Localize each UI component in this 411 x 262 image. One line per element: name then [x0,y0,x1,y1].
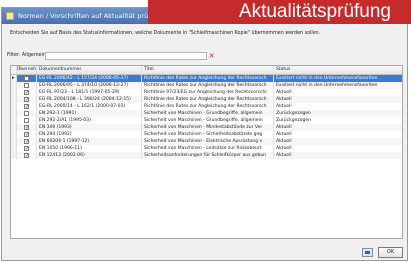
dialog-window: Normen / Vorschriften auf Aktualität prü… [1,7,408,261]
dokumentnummer-cell: EG-RL 2000/14 - L 162/1 (2000-07-03) [37,103,142,110]
table-row[interactable]: ✓ EG-RL 97/23 - L 181/1 (1997-05-29) Richt… [11,89,402,96]
status-cell: Zurückgezogen [276,118,311,123]
dokumentnummer-cell: EN 292-1 (1991) [37,110,142,117]
uebernehmen-checkbox[interactable]: ✓ [24,125,29,131]
titel-cell: Sicherheit von Maschinen - Grundbegriffe… [142,110,274,117]
status-cell: Aktuell [276,125,292,130]
uebernehmen-cell: ✓ [17,152,37,159]
table-row[interactable]: ✓ EN 294 (1992) Sicherheit von Maschinen -… [11,131,402,138]
column-header-status[interactable]: Status [274,66,402,74]
titel-cell: Richtlinie des Rates zur Angleichung der… [142,103,274,110]
status-cell: Aktuell [276,153,292,158]
column-header-titel[interactable]: Titel [142,66,274,74]
titel-cell: Richtlinie 97/23/EG zur Angleichung der … [142,89,274,96]
save-icon[interactable] [362,248,373,257]
titel-cell: Richtlinie des Rates zur Angleichung der… [142,75,274,82]
status-cell: Aktuell [276,146,292,151]
titel-cell: Sicherheit von Maschinen - Grundbegriffe… [142,117,274,124]
uebernehmen-cell [17,82,37,89]
dokumentnummer-cell: EG-RL 97/23 - L 181/1 (1997-05-29) [37,89,142,96]
uebernehmen-checkbox[interactable] [24,118,29,123]
instruction-text: Entscheiden Sie auf Basis des Statusinfo… [10,31,321,36]
status-cell: Aktuell [276,139,292,144]
dokumentnummer-cell: EN 1050 (1996-11) [37,145,142,152]
uebernehmen-checkbox[interactable] [24,111,29,116]
uebernehmen-cell: ✓ [17,145,37,152]
dokumentnummer-cell: EN 349 (1993) [37,124,142,131]
uebernehmen-checkbox[interactable]: ✓ [24,153,29,159]
dokumentnummer-cell: EG-RL 2006/42 - L 157/24 (2006-05-17) [37,75,142,82]
status-cell: Aktuell [276,132,292,137]
dokumentnummer-cell: EN 294 (1992) [37,131,142,138]
titel-cell: Sicherheit von Maschinen - Leitsätze zur… [142,145,274,152]
uebernehmen-cell [17,75,37,82]
table-header: Übernehmen Dokumentnummer Titel Status [11,66,402,75]
table-row[interactable]: ✓ EN 12413 (2002-06) Sicherheitsanforderun… [11,152,402,159]
table-row[interactable]: EG-RL 2006/95 - L 374/10 (2006-12-27) Ric… [11,82,402,89]
banner-aktualitaetspruefung: Aktualitätsprüfung [148,0,411,24]
table-row[interactable]: ▸ EG-RL 2006/42 - L 157/24 (2006-05-17) Ri… [11,75,402,82]
table-row[interactable]: ✓ EN 60204-1 (1997-12) Sicherheit von Masc… [11,138,402,145]
status-cell: Existiert nicht in den Unternehmensfavor… [276,76,378,81]
dokumentnummer-cell: EG-RL 2006/95 - L 374/10 (2006-12-27) [37,82,142,89]
uebernehmen-cell: ✓ [17,89,37,96]
titel-cell: Sicherheitsanforderungen für Schleifkörp… [142,152,274,159]
dokumentnummer-cell: EN 12413 (2002-06) [37,152,142,159]
titel-cell: Sicherheit von Maschinen - Sicherheitsab… [142,131,274,138]
current-row-arrow-icon: ▸ [12,75,15,81]
uebernehmen-checkbox[interactable]: ✓ [24,104,29,110]
table-row[interactable]: EN 292-2/A1 (1995-03) Sicherheit von Masc… [11,117,402,124]
uebernehmen-cell: ✓ [17,138,37,145]
uebernehmen-cell: ✓ [17,131,37,138]
uebernehmen-checkbox[interactable]: ✓ [24,139,29,145]
dokumentnummer-cell: EN 292-2/A1 (1995-03) [37,117,142,124]
uebernehmen-checkbox[interactable] [24,76,29,81]
documents-table: Übernehmen Dokumentnummer Titel Status ▸… [10,65,403,239]
status-cell: Aktuell [276,97,292,102]
app-icon [6,12,14,20]
status-cell: Aktuell [276,104,292,109]
uebernehmen-checkbox[interactable] [24,83,29,88]
uebernehmen-checkbox[interactable]: ✓ [24,97,29,103]
filter-input[interactable] [45,52,207,60]
uebernehmen-checkbox[interactable]: ✓ [24,90,29,96]
uebernehmen-cell [17,117,37,124]
uebernehmen-cell: ✓ [17,96,37,103]
filter-bar: Filter: Allgemein (12) ▾ ✕ [7,51,400,63]
titel-cell: Sicherheit von Maschinen - Mindestabstän… [142,124,274,131]
dokumentnummer-cell: EG-RL 2004/108 - L 390/24 (2004-12-15) [37,96,142,103]
table-row[interactable]: ✓ EG-RL 2000/14 - L 162/1 (2000-07-03) Ric… [11,103,402,110]
table-row[interactable]: ✓ EN 1050 (1996-11) Sicherheit von Maschin… [11,145,402,152]
clear-filter-icon[interactable]: ✕ [207,52,216,60]
uebernehmen-checkbox[interactable]: ✓ [24,132,29,138]
status-cell: Zurückgezogen [276,111,311,116]
titel-cell: Sicherheit von Maschinen - Elektrische A… [142,138,274,145]
column-header-dokumentnummer[interactable]: Dokumentnummer [37,66,142,74]
status-cell: Aktuell [276,90,292,95]
uebernehmen-cell: ✓ [17,124,37,131]
uebernehmen-cell [17,110,37,117]
column-header-uebernehmen[interactable]: Übernehmen [17,66,37,74]
ok-button[interactable]: OK [378,247,403,258]
table-row[interactable]: EN 292-1 (1991) Sicherheit von Maschinen … [11,110,402,117]
table-row[interactable]: ✓ EN 349 (1993) Sicherheit von Maschinen -… [11,124,402,131]
titel-cell: Richtlinie des Rates zur Angleichung der… [142,82,274,89]
uebernehmen-cell: ✓ [17,103,37,110]
titel-cell: Richtlinie des Rates zur Angleichung der… [142,96,274,103]
table-row[interactable]: ✓ EG-RL 2004/108 - L 390/24 (2004-12-15) R… [11,96,402,103]
window-title: Normen / Vorschriften auf Aktualität prü… [18,12,159,20]
dokumentnummer-cell: EN 60204-1 (1997-12) [37,138,142,145]
status-cell: Existiert nicht in den Unternehmensfavor… [276,83,378,88]
uebernehmen-checkbox[interactable]: ✓ [24,146,29,152]
